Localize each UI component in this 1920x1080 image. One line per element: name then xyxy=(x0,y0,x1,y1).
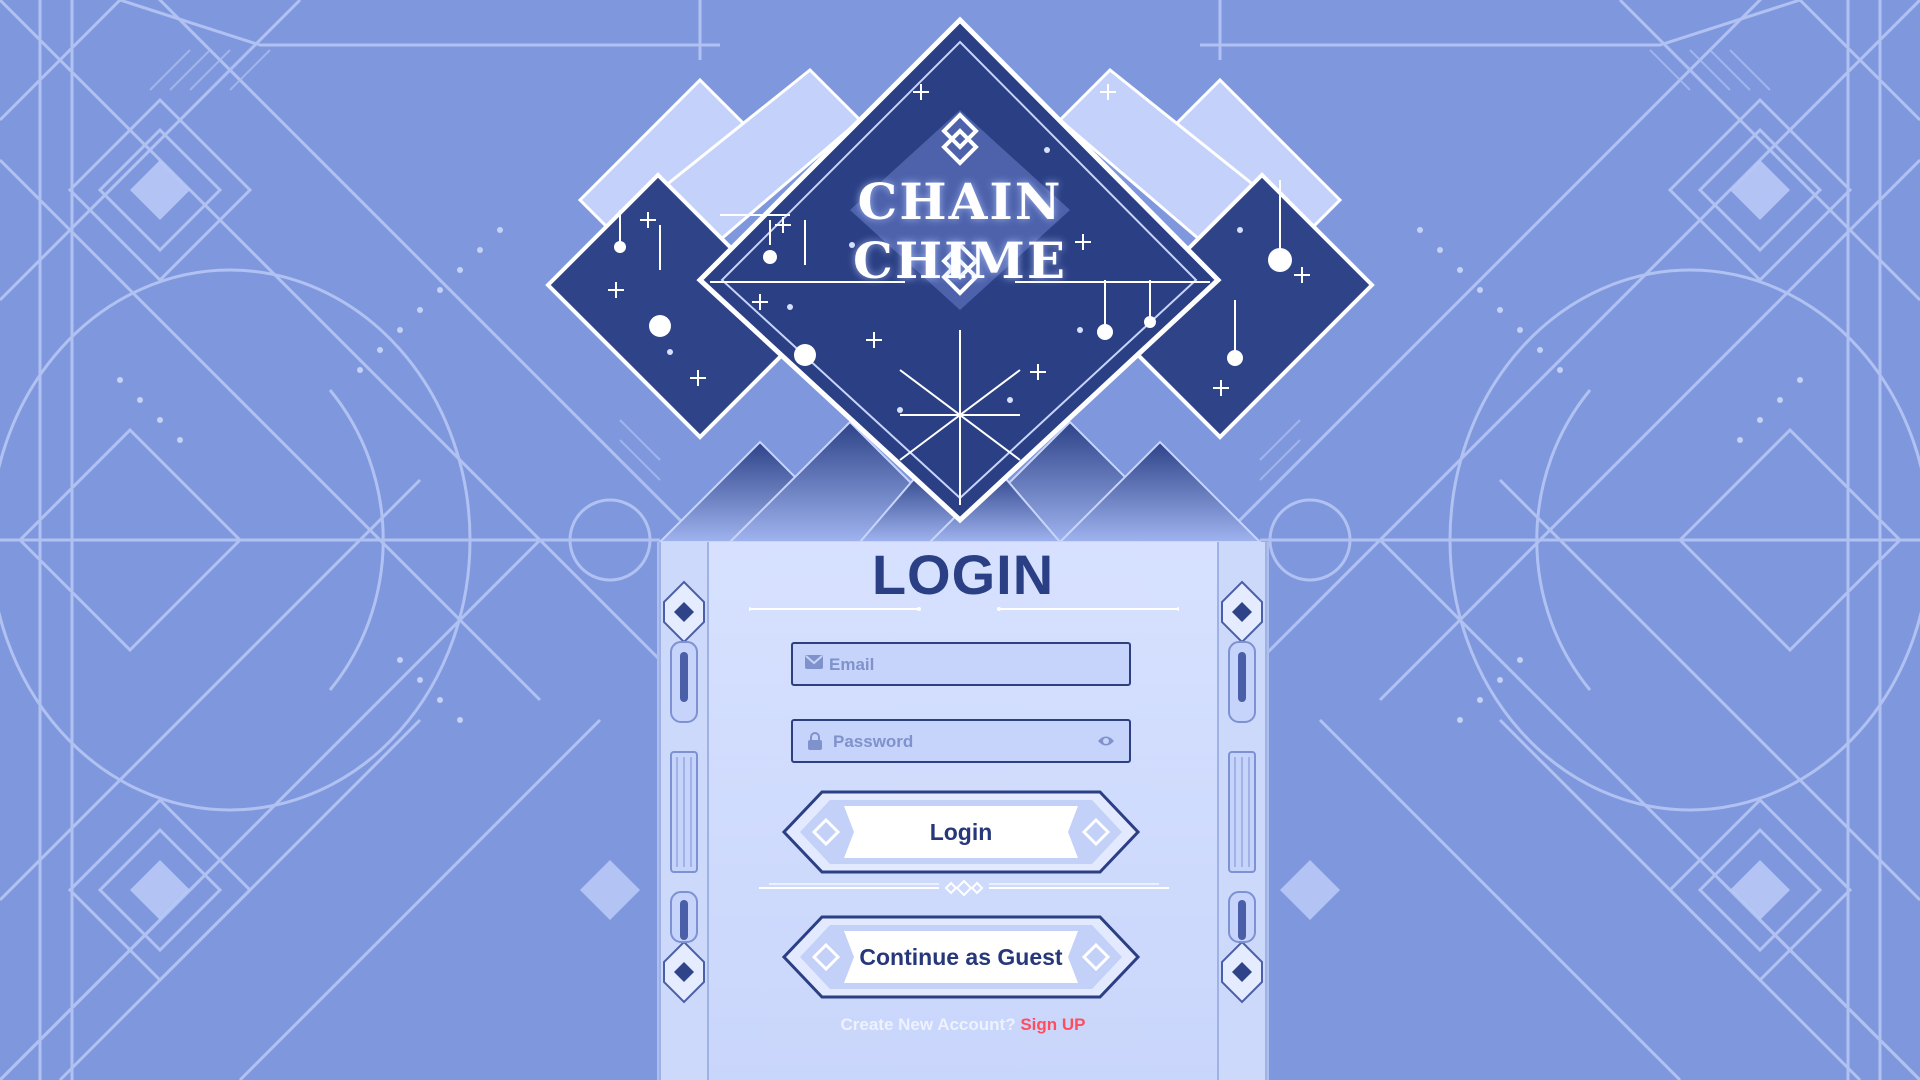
password-input[interactable] xyxy=(831,721,1105,763)
lock-icon xyxy=(808,732,822,750)
left-ornament-strip xyxy=(659,542,709,1080)
login-heading: LOGIN xyxy=(871,543,1055,606)
signup-link[interactable]: Sign UP xyxy=(1020,1015,1085,1034)
login-panel: LOGIN Login xyxy=(657,542,1269,1080)
ornamental-divider xyxy=(759,880,1169,896)
app-title: CHAIN CHIME xyxy=(853,172,1067,290)
password-field[interactable] xyxy=(791,719,1131,763)
heading-divider xyxy=(749,607,1179,611)
continue-as-guest-button[interactable]: Continue as Guest xyxy=(782,915,1140,999)
mail-icon xyxy=(805,655,823,669)
signup-row: Create New Account? Sign UP xyxy=(659,1015,1267,1035)
eye-icon[interactable] xyxy=(1097,734,1115,748)
right-ornament-strip xyxy=(1217,542,1267,1080)
guest-button-label: Continue as Guest xyxy=(859,944,1063,970)
email-input[interactable] xyxy=(827,644,1101,686)
login-button-label: Login xyxy=(929,819,993,845)
login-button[interactable]: Login xyxy=(782,790,1140,874)
email-field[interactable] xyxy=(791,642,1131,686)
signup-prompt: Create New Account? xyxy=(840,1015,1016,1034)
